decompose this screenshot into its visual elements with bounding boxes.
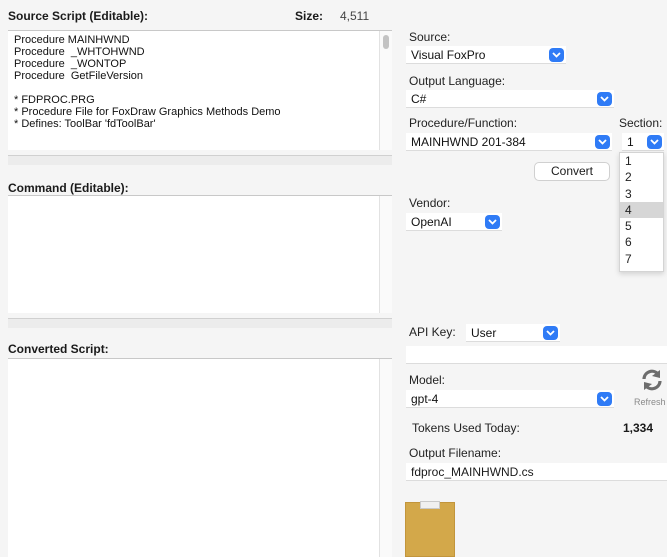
refresh-label: Refresh xyxy=(634,397,666,407)
command-editor[interactable] xyxy=(8,195,392,313)
output-filename-label: Output Filename: xyxy=(409,446,502,460)
section-select[interactable]: 1 xyxy=(622,133,664,151)
chevron-down-icon xyxy=(597,392,612,406)
output-filename-value: fdproc_MAINHWND.cs xyxy=(411,465,534,479)
section-option[interactable]: 1 xyxy=(620,153,663,169)
output-language-select[interactable]: C# xyxy=(406,90,614,108)
vendor-select[interactable]: OpenAI xyxy=(406,213,502,231)
model-select-value: gpt-4 xyxy=(411,392,439,406)
chevron-down-icon xyxy=(647,135,662,149)
source-line xyxy=(14,82,374,94)
api-key-label: API Key: xyxy=(409,325,456,339)
command-scrollbar[interactable] xyxy=(379,196,392,313)
command-divider xyxy=(8,318,392,328)
source-select[interactable]: Visual FoxPro xyxy=(406,46,566,64)
chevron-down-icon xyxy=(549,48,564,62)
procedure-select[interactable]: MAINHWND 201-384 xyxy=(406,133,612,151)
section-option[interactable]: 5 xyxy=(620,218,663,234)
tokens-value: 1,334 xyxy=(623,421,654,435)
output-language-value: C# xyxy=(411,92,427,106)
chevron-down-icon xyxy=(485,215,500,229)
converted-script-label: Converted Script: xyxy=(8,342,109,356)
folder-tab xyxy=(420,501,440,509)
tokens-label: Tokens Used Today: xyxy=(412,421,520,435)
folder-icon[interactable] xyxy=(405,501,455,557)
model-select[interactable]: gpt-4 xyxy=(406,390,614,408)
source-line: Procedure GetFileVersion xyxy=(14,70,144,82)
vendor-label: Vendor: xyxy=(409,196,451,210)
converted-scrollbar[interactable] xyxy=(379,359,392,557)
source-script-scrollbar[interactable] xyxy=(379,31,392,150)
section-option[interactable]: 6 xyxy=(620,234,663,250)
chevron-down-icon xyxy=(595,135,610,149)
source-script-label: Source Script (Editable): xyxy=(8,9,149,23)
section-dropdown-list[interactable]: 1234567 xyxy=(619,152,664,272)
source-script-divider xyxy=(8,155,392,165)
source-script-editor[interactable]: Procedure MAINHWND Procedure _WHTOHWND Pro… xyxy=(8,30,392,150)
convert-button[interactable]: Convert xyxy=(534,162,610,181)
chevron-down-icon xyxy=(543,326,558,340)
chevron-down-icon xyxy=(597,92,612,106)
output-filename-input[interactable]: fdproc_MAINHWND.cs xyxy=(406,463,667,481)
source-label: Source: xyxy=(409,30,451,44)
source-script-scroll-thumb[interactable] xyxy=(383,35,389,49)
command-label: Command (Editable): xyxy=(8,181,129,195)
size-value: 4,511 xyxy=(340,9,370,23)
api-key-input[interactable] xyxy=(406,346,667,364)
source-line: Procedure MAINHWND xyxy=(14,34,130,46)
converted-script-editor[interactable] xyxy=(8,358,392,557)
source-line: Procedure _WONTOP xyxy=(14,58,127,70)
section-label: Section: xyxy=(619,116,663,130)
source-script-text[interactable]: Procedure MAINHWND Procedure _WHTOHWND Pro… xyxy=(14,34,374,130)
model-label: Model: xyxy=(409,373,446,387)
source-line: * Procedure File for FoxDraw Graphics Me… xyxy=(14,106,281,118)
api-key-select-value: User xyxy=(471,326,497,340)
section-select-value: 1 xyxy=(627,135,634,149)
output-language-label: Output Language: xyxy=(409,74,506,88)
source-line: Procedure _WHTOHWND xyxy=(14,46,145,58)
vendor-select-value: OpenAI xyxy=(411,215,452,229)
source-line: * Defines: ToolBar 'fdToolBar' xyxy=(14,118,156,130)
source-select-value: Visual FoxPro xyxy=(411,48,486,62)
section-option[interactable]: 3 xyxy=(620,186,663,202)
api-key-select[interactable]: User xyxy=(466,324,560,342)
refresh-button[interactable]: Refresh xyxy=(632,368,667,410)
section-option[interactable]: 4 xyxy=(620,201,663,219)
refresh-icon xyxy=(642,369,662,391)
section-option[interactable]: 7 xyxy=(620,251,663,267)
source-line: * FDPROC.PRG xyxy=(14,94,95,106)
section-option[interactable]: 2 xyxy=(620,169,663,185)
size-label: Size: xyxy=(295,9,324,23)
procedure-select-value: MAINHWND 201-384 xyxy=(411,135,526,149)
procedure-label: Procedure/Function: xyxy=(409,116,518,130)
